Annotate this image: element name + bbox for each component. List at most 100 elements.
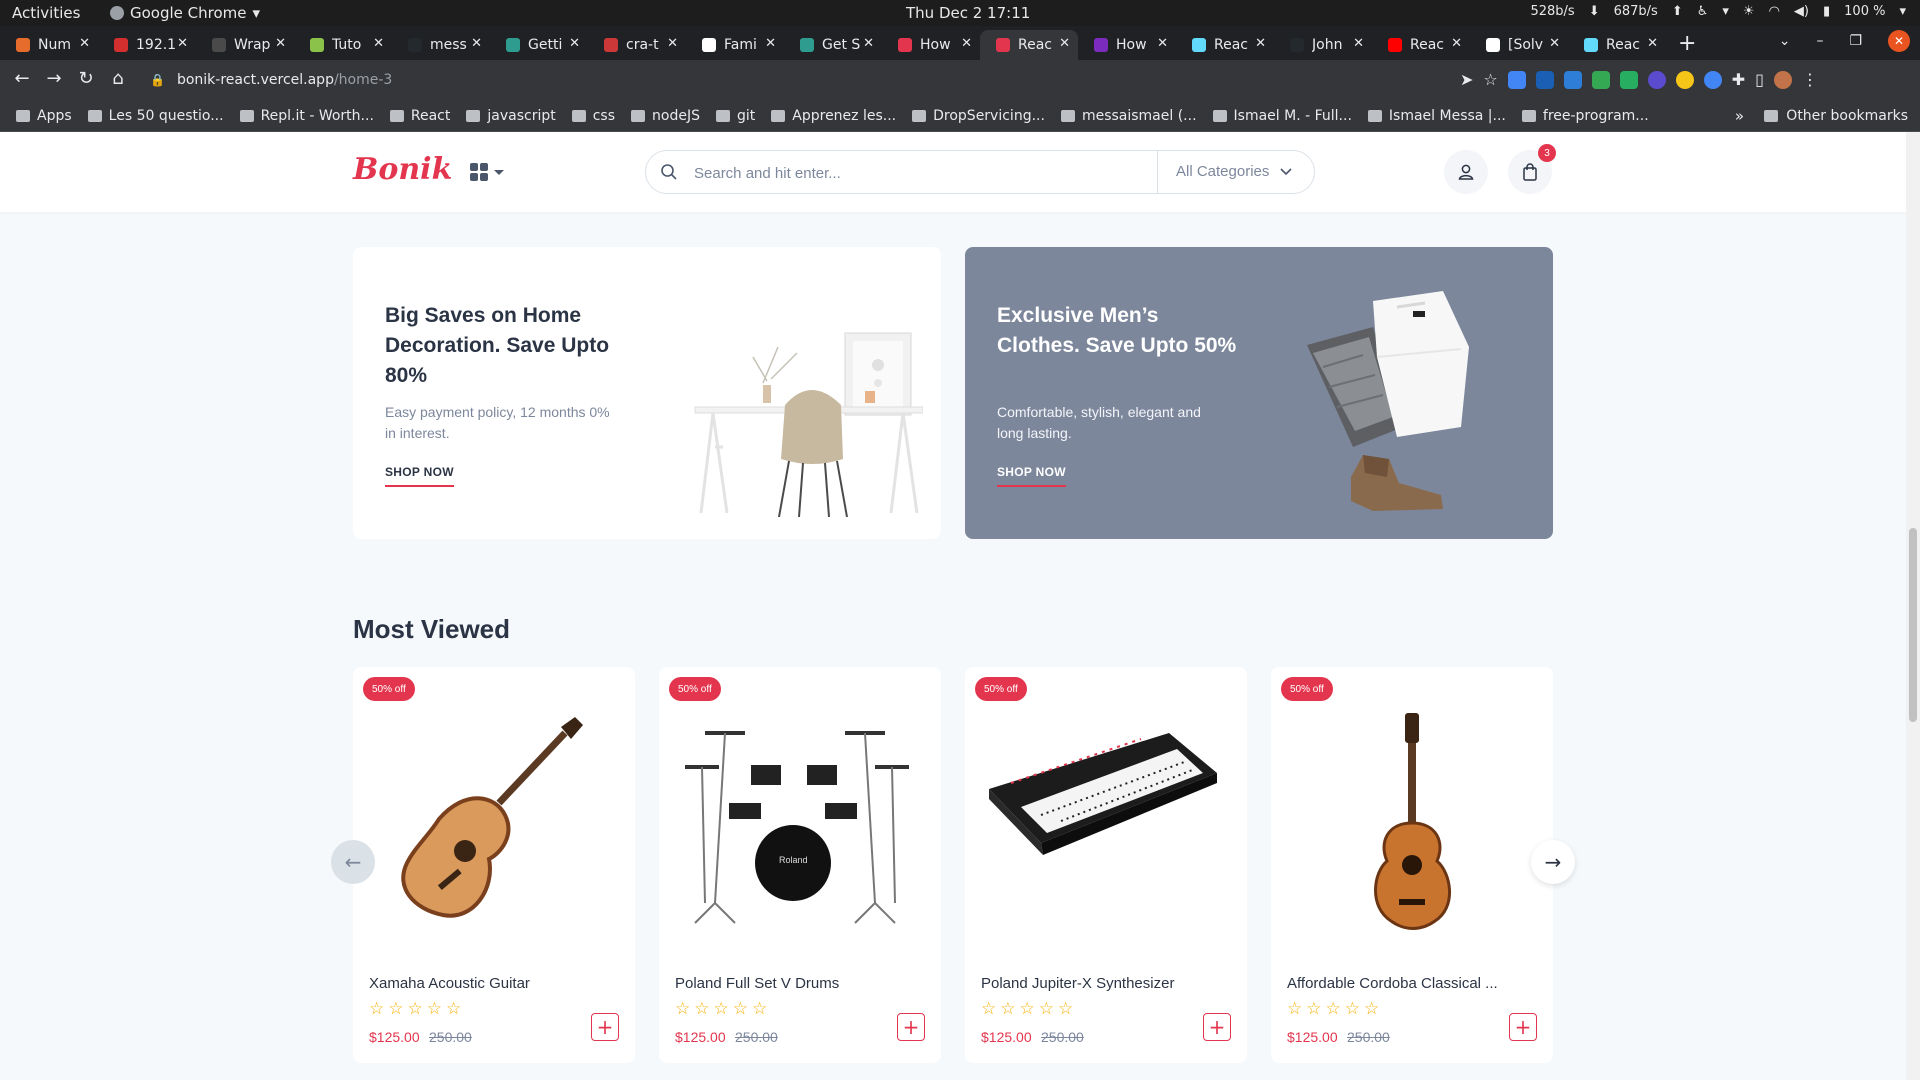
carousel-next-button[interactable]: →	[1531, 840, 1575, 884]
browser-tab[interactable]: Get S ✕	[784, 30, 882, 60]
product-card[interactable]: 50% off Poland Jupiter-X Synthesizer ☆ ☆ ☆…	[965, 667, 1247, 1063]
sidebar-icon[interactable]: ▯	[1755, 70, 1764, 89]
close-icon[interactable]: ✕	[1157, 36, 1168, 51]
close-icon[interactable]: ✕	[1549, 36, 1560, 51]
gem-extension-icon[interactable]	[1563, 70, 1582, 89]
close-icon[interactable]: ✕	[961, 36, 972, 51]
browser-tab[interactable]: Fami ✕	[686, 30, 784, 60]
address-bar[interactable]: 🔒 bonik-react.vercel.app/home-3	[150, 66, 1520, 94]
shield-extension-icon[interactable]	[1619, 70, 1638, 89]
close-icon[interactable]: ✕	[177, 36, 188, 51]
browser-tab[interactable]: [Solv ✕	[1470, 30, 1568, 60]
close-icon[interactable]: ✕	[1647, 36, 1658, 51]
category-menu-button[interactable]	[470, 163, 504, 181]
product-card[interactable]: 50% off Affordable Cordoba Classical ...…	[1271, 667, 1553, 1063]
download-extension-icon[interactable]	[1591, 70, 1610, 89]
bookmark-item[interactable]: Ismael Messa |...	[1367, 108, 1506, 124]
trello-extension-icon[interactable]	[1535, 70, 1554, 89]
activities-button[interactable]: Activities	[12, 4, 80, 22]
close-icon[interactable]: ✕	[1451, 36, 1462, 51]
product-card[interactable]: 50% off Roland Poland Full Set V Drums ☆…	[659, 667, 941, 1063]
browser-tab[interactable]: John ✕	[1274, 30, 1372, 60]
browser-tab[interactable]: Reac ✕	[1176, 30, 1274, 60]
category-select[interactable]: All Categories	[1176, 163, 1269, 180]
browser-tab[interactable]: mess ✕	[392, 30, 490, 60]
browser-tab[interactable]: How ✕	[882, 30, 980, 60]
star-bookmark-icon[interactable]: ☆	[1483, 70, 1497, 89]
browser-tab[interactable]: 192.1 ✕	[98, 30, 196, 60]
profile-avatar[interactable]	[1773, 70, 1792, 89]
reload-icon[interactable]: ↻	[70, 68, 102, 89]
minimize-icon[interactable]: –	[1816, 33, 1823, 49]
sync-extension-icon[interactable]	[1703, 70, 1722, 89]
browser-tab[interactable]: Getti ✕	[490, 30, 588, 60]
browser-tab[interactable]: How ✕	[1078, 30, 1176, 60]
close-icon[interactable]: ✕	[1353, 36, 1364, 51]
bookmark-item[interactable]: Apprenez les...	[771, 108, 896, 124]
browser-tab[interactable]: cra-t ✕	[588, 30, 686, 60]
clock[interactable]: Thu Dec 2 17:11	[906, 4, 1030, 22]
browser-tab[interactable]: Num ✕	[0, 30, 98, 60]
bookmark-item[interactable]: css	[571, 108, 615, 124]
carousel-prev-button[interactable]: ←	[331, 840, 375, 884]
send-icon[interactable]: ➤	[1460, 70, 1473, 89]
bookmark-item[interactable]: React	[389, 108, 450, 124]
close-icon[interactable]: ✕	[863, 36, 874, 51]
bookmark-item[interactable]: Les 50 questio...	[87, 108, 224, 124]
close-icon[interactable]: ✕	[765, 36, 776, 51]
add-to-cart-button[interactable]: +	[1509, 1013, 1537, 1041]
bookmarks-overflow-button[interactable]: »	[1735, 107, 1744, 125]
product-name[interactable]: Poland Jupiter-X Synthesizer	[981, 975, 1231, 992]
new-tab-icon[interactable]: +	[1678, 31, 1696, 56]
bookmark-item[interactable]: nodeJS	[631, 108, 700, 124]
bookmark-item[interactable]: Apps	[16, 108, 72, 124]
puzzle-icon[interactable]: ✚	[1732, 70, 1745, 89]
browser-tab[interactable]: Reac ✕	[1568, 30, 1666, 60]
forward-icon[interactable]: →	[38, 68, 70, 89]
tab-search-icon[interactable]: ⌄	[1779, 33, 1791, 49]
bookmark-item[interactable]: javascript	[466, 108, 556, 124]
system-tray[interactable]: 528b/s ⬇ 687b/s ⬆ ♿ ▾ ☀ ◠ ◀) ▮ 100 % ▾	[1530, 4, 1906, 19]
close-icon[interactable]: ✕	[1059, 36, 1070, 51]
browser-tab[interactable]: Reac ✕	[1372, 30, 1470, 60]
bookmark-item[interactable]: DropServicing...	[912, 108, 1045, 124]
close-icon[interactable]: ✕	[373, 36, 384, 51]
account-button[interactable]	[1444, 150, 1488, 194]
browser-tab[interactable]: Tuto ✕	[294, 30, 392, 60]
cart-button[interactable]: 3	[1508, 144, 1556, 194]
site-logo[interactable]: Bonik	[353, 152, 452, 187]
add-to-cart-button[interactable]: +	[591, 1013, 619, 1041]
search-input[interactable]	[694, 161, 1114, 185]
more-menu-icon[interactable]: ⋮	[1802, 70, 1818, 89]
bookmark-item[interactable]: Repl.it - Worth...	[239, 108, 374, 124]
close-icon[interactable]: ✕	[569, 36, 580, 51]
close-window-icon[interactable]: ✕	[1888, 30, 1910, 52]
browser-tab[interactable]: Reac ✕	[980, 30, 1078, 60]
scrollbar-thumb[interactable]	[1909, 528, 1917, 722]
bookmark-item[interactable]: git	[716, 108, 755, 124]
shop-now-link[interactable]: SHOP NOW	[385, 465, 454, 487]
product-name[interactable]: Xamaha Acoustic Guitar	[369, 975, 619, 992]
product-name[interactable]: Affordable Cordoba Classical ...	[1287, 975, 1537, 992]
other-bookmarks-folder[interactable]: Other bookmarks	[1764, 108, 1908, 124]
bookmark-item[interactable]: messaismael (...	[1060, 108, 1197, 124]
back-icon[interactable]: ←	[6, 68, 38, 89]
add-to-cart-button[interactable]: +	[1203, 1013, 1231, 1041]
translate-extension-icon[interactable]	[1507, 70, 1526, 89]
gear-extension-icon[interactable]	[1647, 70, 1666, 89]
close-icon[interactable]: ✕	[1255, 36, 1266, 51]
cookie-extension-icon[interactable]	[1675, 70, 1694, 89]
bookmark-item[interactable]: Ismael M. - Full...	[1212, 108, 1352, 124]
home-icon[interactable]: ⌂	[102, 68, 134, 89]
add-to-cart-button[interactable]: +	[897, 1013, 925, 1041]
page-scrollbar[interactable]	[1906, 132, 1920, 1080]
app-menu[interactable]: Google Chrome ▾	[110, 4, 260, 22]
close-icon[interactable]: ✕	[667, 36, 678, 51]
product-name[interactable]: Poland Full Set V Drums	[675, 975, 925, 992]
browser-tab[interactable]: Wrap ✕	[196, 30, 294, 60]
close-icon[interactable]: ✕	[79, 36, 90, 51]
shop-now-link[interactable]: SHOP NOW	[997, 465, 1066, 487]
close-icon[interactable]: ✕	[471, 36, 482, 51]
bookmark-item[interactable]: free-program...	[1521, 108, 1649, 124]
restore-icon[interactable]: ❐	[1849, 33, 1862, 49]
